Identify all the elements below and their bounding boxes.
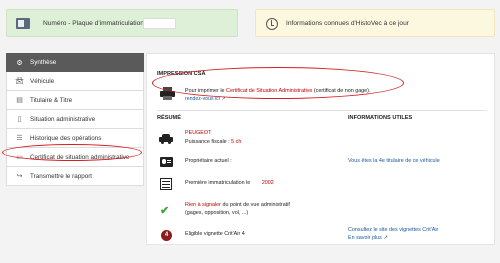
plate-label: Numéro - Plaque d'immatriculation — [43, 20, 144, 27]
sidebar-item-label: Situation administrative — [30, 115, 96, 123]
nothing-to-report: Rien à signaler du point de vue administ… — [185, 202, 290, 208]
power-label: Puissance fiscale : — [185, 139, 232, 145]
sidebar-item-certificat[interactable]: ▭ Certificat de situation administrative — [6, 148, 144, 167]
vehicle-power: Puissance fiscale : 5 ch — [185, 139, 241, 145]
resume-title: RÉSUMÉ — [157, 115, 181, 121]
first-registration: Première immatriculation le 2002 — [185, 180, 274, 186]
nothing-label: Rien à signaler — [185, 202, 221, 208]
vehicle-make: PEUGEOT — [185, 130, 212, 136]
csa-more-link[interactable]: rendez-vous ici ↗ — [185, 96, 226, 102]
sidebar-item-historique[interactable]: ☰ Historique des opérations — [6, 129, 144, 148]
csa-text-prefix: Pour imprimer le — [185, 88, 227, 94]
list-icon: ☰ — [16, 135, 23, 142]
sidebar-item-label: Certificat de situation administrative — [30, 153, 130, 161]
critair-site-link[interactable]: Consultez le site des vignettes Crit'Air — [348, 227, 438, 233]
owner-rank-info: Vous êtes la 4e titulaire de ce véhicule — [348, 158, 440, 164]
first-reg-label: Première immatriculation le — [185, 180, 251, 186]
calendar-icon — [160, 178, 172, 190]
id-card-icon — [160, 157, 173, 167]
owner-prefix: Vous êtes la — [348, 158, 379, 164]
id-card-icon: ▤ — [16, 97, 23, 104]
sidebar-item-label: Synthèse — [30, 59, 57, 66]
external-link-icon: ↗ — [383, 235, 388, 241]
clock-icon — [266, 18, 278, 30]
car-icon: 🚘︎ — [15, 78, 24, 85]
sidebar-item-label: Historique des opérations — [30, 134, 102, 142]
sidebar-item-label: Transmettre le rapport — [30, 172, 93, 180]
owner-suffix: e titulaire de ce véhicule — [381, 158, 440, 164]
owner-label: Propriétaire actuel : — [185, 158, 232, 164]
sidebar-item-label: Titulaire & Titre — [30, 96, 73, 104]
sidebar-item-situation[interactable]: ▯ Situation administrative — [6, 110, 144, 129]
printer-icon — [160, 87, 175, 100]
csa-certificate-link[interactable]: Certificat de Situation Administrative — [226, 88, 312, 94]
nothing-sub: (gages, opposition, vol, ...) — [185, 210, 249, 216]
car-icon — [159, 134, 173, 144]
main-panel: IMPRESSION CSA Pour imprimer le Certific… — [146, 53, 495, 245]
sidebar-item-vehicule[interactable]: 🚘︎ Véhicule — [6, 72, 144, 91]
sidebar-item-label: Véhicule — [30, 77, 55, 85]
sidebar-item-transmettre[interactable]: ↪ Transmettre le rapport — [6, 167, 144, 186]
critair-label: Eligible vignette Crit'Air 4 — [185, 231, 245, 237]
critair-more-label: En savoir plus — [348, 235, 382, 241]
plate-value — [143, 18, 176, 29]
document-icon: ▯ — [17, 116, 22, 123]
plate-banner: Numéro - Plaque d'immatriculation — [6, 9, 238, 37]
info-title: INFORMATIONS UTILES — [348, 115, 413, 121]
external-link-icon: ↗ — [221, 96, 226, 102]
csa-more-label: rendez-vous ici — [185, 96, 220, 102]
csa-text-suffix: (certificat de non gage). — [312, 88, 371, 94]
pdf-icon: ▭ — [16, 154, 23, 161]
gear-icon: ⚙ — [16, 59, 23, 67]
critair-more-link[interactable]: En savoir plus ↗ — [348, 235, 388, 241]
first-reg-year: 2002 — [261, 180, 274, 186]
divider — [157, 110, 487, 111]
csa-text: Pour imprimer le Certificat de Situation… — [185, 88, 370, 94]
registration-card-icon — [16, 18, 30, 29]
info-banner-label: Informations connues d'HistoVec à ce jou… — [286, 20, 409, 27]
share-icon: ↪ — [16, 173, 23, 180]
sidebar: ⚙ Synthèse 🚘︎ Véhicule ▤ Titulaire & Tit… — [6, 53, 144, 186]
power-value: 5 ch — [231, 139, 242, 145]
sidebar-item-titulaire[interactable]: ▤ Titulaire & Titre — [6, 91, 144, 110]
csa-title: IMPRESSION CSA — [157, 71, 206, 77]
info-banner: Informations connues d'HistoVec à ce jou… — [255, 9, 495, 37]
nothing-text: du point de vue administratif — [220, 202, 290, 208]
sidebar-item-synthese[interactable]: ⚙ Synthèse — [6, 53, 144, 72]
check-icon: ✔ — [160, 205, 170, 217]
critair-badge-icon: 4 — [161, 230, 172, 241]
